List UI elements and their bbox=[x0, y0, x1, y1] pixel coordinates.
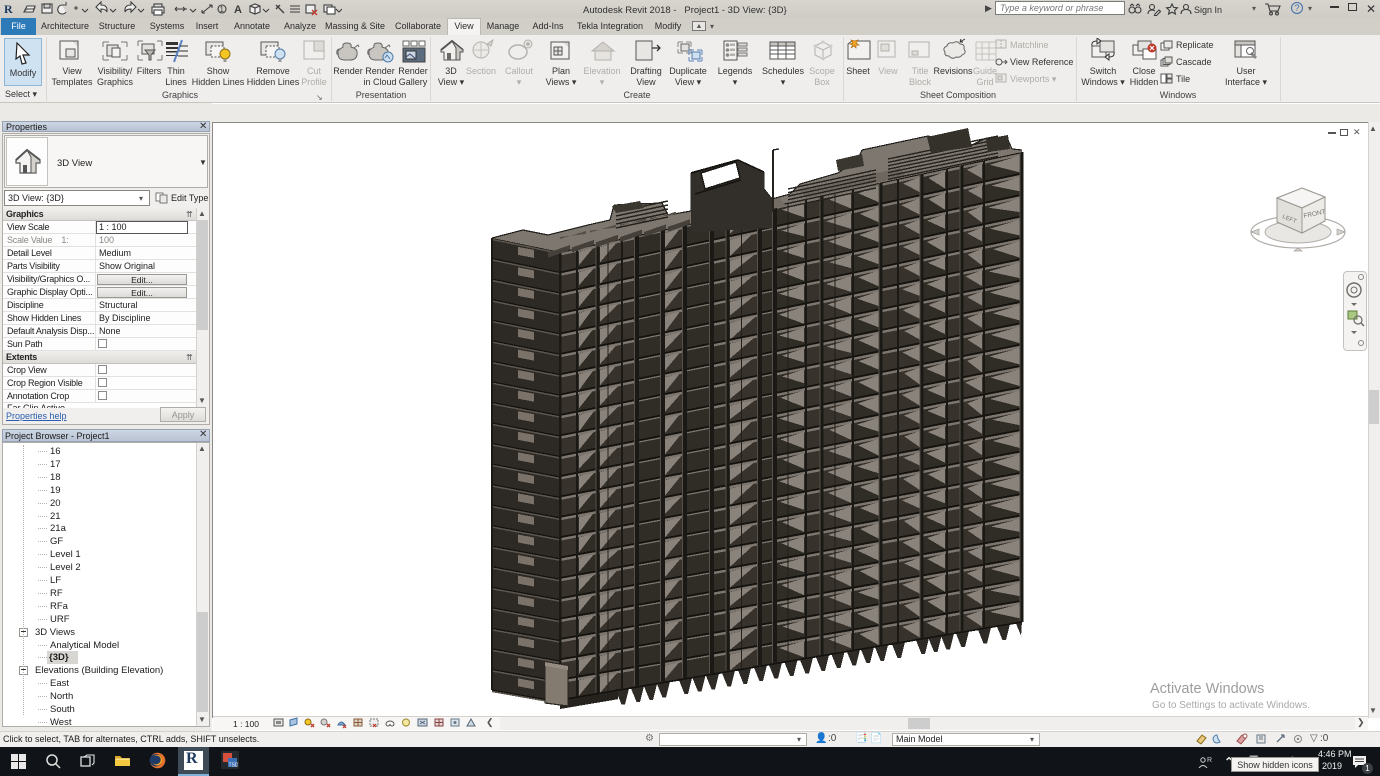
svg-text:A: A bbox=[234, 4, 242, 16]
svg-text:TSD: TSD bbox=[229, 763, 239, 769]
svg-text:R: R bbox=[1207, 757, 1212, 764]
svg-text:1: 1 bbox=[220, 5, 225, 14]
